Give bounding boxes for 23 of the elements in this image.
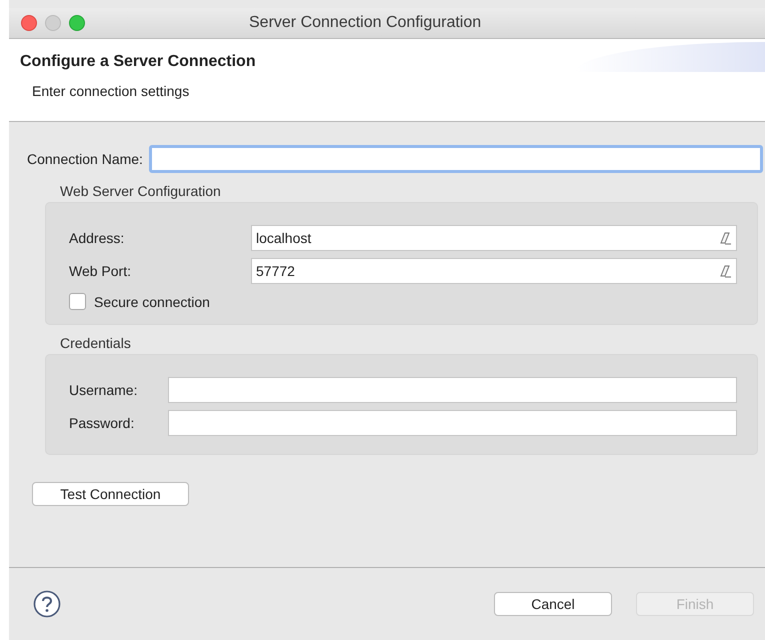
help-icon[interactable] [33, 590, 61, 618]
close-button[interactable] [21, 15, 37, 31]
text-field[interactable]: localhost [251, 225, 737, 251]
minimize-button[interactable] [45, 15, 61, 31]
checkbox[interactable] [69, 293, 86, 310]
group-title: Web Server Configuration [60, 183, 222, 199]
test-connection-button[interactable]: Test Connection [32, 482, 189, 506]
dialog-button[interactable]: Cancel [494, 592, 612, 616]
checkbox-label: Secure connection [94, 294, 210, 310]
text-field[interactable] [168, 410, 737, 436]
field-label: Web Port: [69, 263, 132, 279]
text-field[interactable] [168, 377, 737, 403]
field-label: Password: [69, 415, 136, 431]
window-title: Server Connection Configuration [249, 14, 482, 32]
text-field[interactable]: 57772 [251, 258, 737, 284]
field-label: Connection Name: [27, 151, 143, 167]
page-title: Configure a Server Connection [20, 53, 256, 71]
field-label: Address: [69, 230, 126, 246]
connection-name-field[interactable] [148, 145, 763, 173]
zoom-button[interactable] [69, 15, 85, 31]
field-label: Username: [69, 382, 138, 398]
group-title: Credentials [60, 335, 132, 351]
page-subtitle: Enter connection settings [32, 83, 190, 99]
